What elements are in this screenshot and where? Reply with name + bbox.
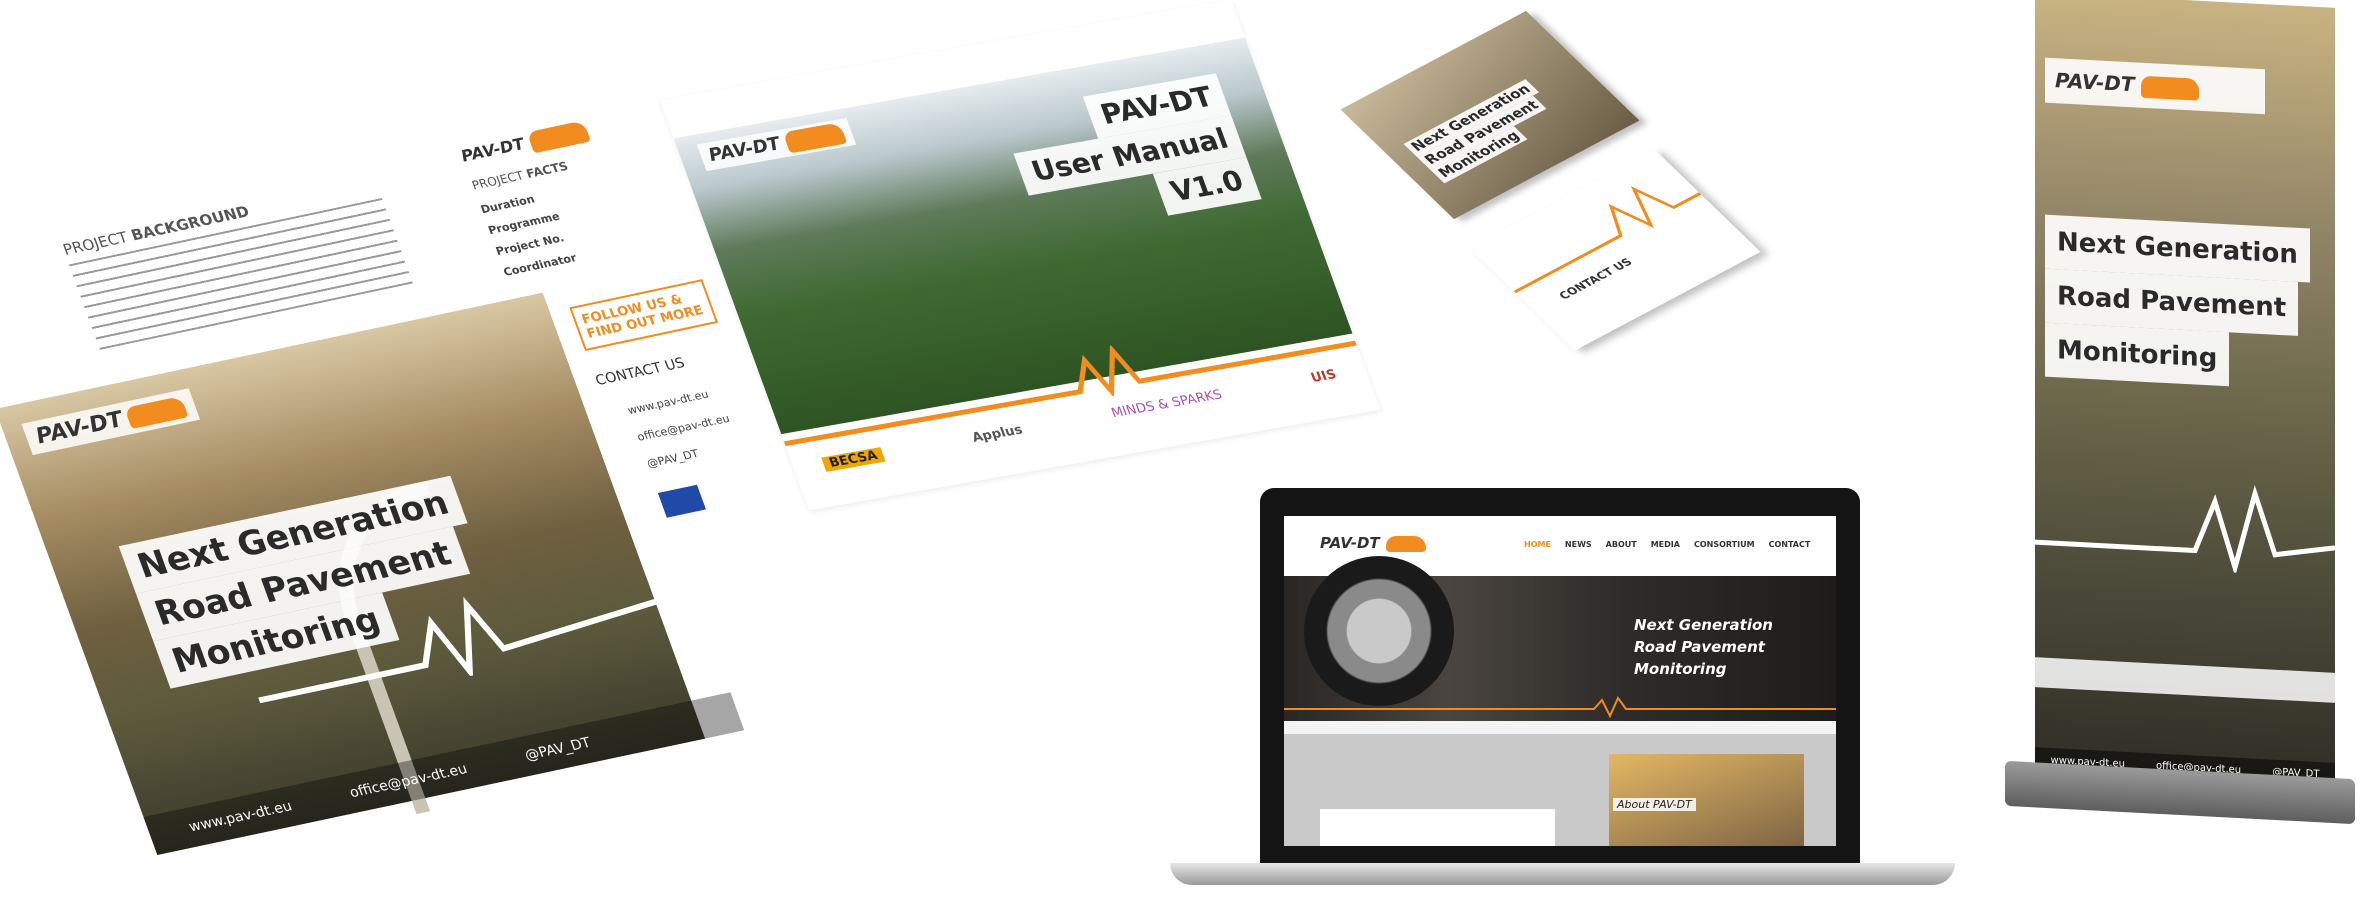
partner-uis: UIS [1308, 367, 1339, 386]
eu-flag-icon [657, 484, 706, 518]
website-hero-title: Next Generation Road Pavement Monitoring [1634, 614, 1773, 680]
nav-contact[interactable]: CONTACT [1769, 540, 1811, 549]
flyer-top-logo: PAV-DT [458, 120, 591, 167]
car-icon [2140, 75, 2199, 101]
website-logo: PAV-DT [1320, 534, 1426, 552]
flyer-contact-list: www.pav-dt.eu office@pav-dt.eu @PAV_DT [623, 379, 744, 478]
flyer-footer-web: www.pav-dt.eu [186, 798, 295, 836]
website-content: About PAV-DT [1284, 734, 1836, 846]
rollup-headline: Next Generation Road Pavement Monitoring [2045, 214, 2310, 391]
flyer-facts-list: Duration Programme Project No. Coordinat… [477, 185, 580, 284]
tire-image [1304, 556, 1454, 706]
content-card [1320, 809, 1555, 846]
nav-media[interactable]: MEDIA [1651, 540, 1680, 549]
pulse-line-icon [1284, 696, 1836, 718]
rollup-logo: PAV-DT [2045, 57, 2265, 114]
website-nav: HOME NEWS ABOUT MEDIA CONSORTIUM CONTACT [1524, 540, 1810, 549]
laptop: PAV-DT HOME NEWS ABOUT MEDIA CONSORTIUM … [1170, 488, 1955, 918]
flyer-follow: FOLLOW US & FIND OUT MORE [569, 279, 719, 352]
card-front-headline: Next Generation Road Pavement Monitoring [1403, 79, 1566, 184]
pulse-line-icon [2035, 484, 2335, 577]
car-icon [124, 395, 190, 429]
about-label[interactable]: About PAV-DT [1613, 798, 1696, 811]
hero-line-2: Road Pavement [1634, 638, 1765, 656]
rollup-headline-line-3: Monitoring [2045, 322, 2230, 387]
car-icon [526, 120, 591, 154]
flyer-top-logo-text: PAV-DT [458, 134, 528, 166]
nav-home[interactable]: HOME [1524, 540, 1551, 549]
rollup-logo-text: PAV-DT [2055, 68, 2135, 97]
hero-line-3: Monitoring [1634, 660, 1727, 678]
rollup-banner: PAV-DT Next Generation Road Pavement Mon… [2035, 0, 2335, 788]
flyer-footer-twitter: @PAV_DT [522, 734, 593, 764]
laptop-base [1170, 863, 1955, 885]
website-hero: Next Generation Road Pavement Monitoring [1284, 556, 1836, 721]
hero-line-1: Next Generation [1634, 616, 1773, 634]
nav-consortium[interactable]: CONSORTIUM [1694, 540, 1755, 549]
flyer-facts-prefix: PROJECT [469, 168, 526, 193]
nav-news[interactable]: NEWS [1565, 540, 1592, 549]
flyer-facts-heading: PROJECT FACTS [470, 159, 570, 193]
nav-about[interactable]: ABOUT [1606, 540, 1637, 549]
partner-becsa: BECSA [821, 447, 886, 472]
car-icon [1385, 535, 1426, 552]
website-logo-text: PAV-DT [1320, 534, 1380, 552]
rollup-eu-strip [2035, 657, 2335, 703]
partner-applus: Applus [970, 422, 1025, 446]
website-screen: PAV-DT HOME NEWS ABOUT MEDIA CONSORTIUM … [1284, 516, 1836, 846]
flyer-contact-heading: CONTACT US [593, 355, 687, 389]
about-thumbnail: About PAV-DT [1609, 754, 1804, 846]
flyer-facts-bold: FACTS [524, 158, 571, 181]
